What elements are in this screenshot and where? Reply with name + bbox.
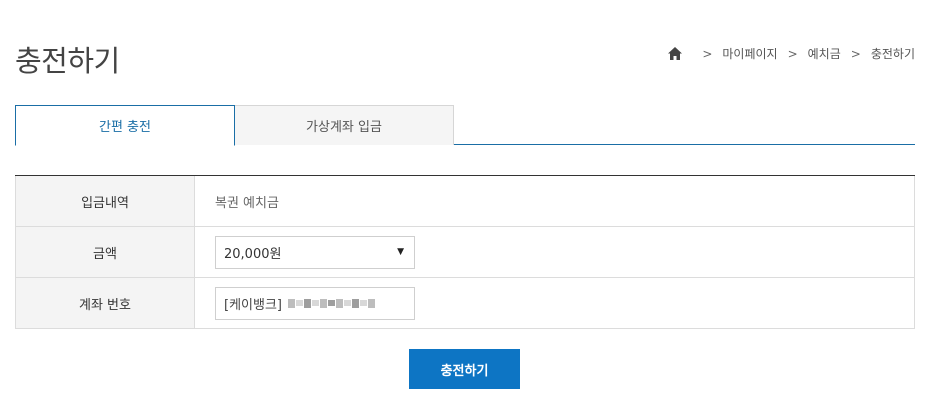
home-icon[interactable] [668,47,683,60]
account-number-field[interactable]: [케이뱅크] [215,286,415,320]
masked-account-number [287,297,375,309]
charge-tabs: 간편 충전 가상계좌 입금 [15,105,915,146]
account-label: 계좌 번호 [15,278,195,328]
breadcrumb: > 마이페이지 > 예치금 > 충전하기 [668,45,915,62]
breadcrumb-item-deposit[interactable]: 예치금 [808,45,841,62]
bank-name: [케이뱅크] [224,297,282,313]
amount-select[interactable]: 20,000원 ▼ [215,235,415,269]
form-row-amount: 금액 20,000원 ▼ [15,227,915,278]
breadcrumb-separator: > [787,46,798,61]
tab-easy-charge[interactable]: 간편 충전 [15,105,235,146]
page: 충전하기 > 마이페이지 > 예치금 > 충전하기 간편 충전 가상계좌 입금 … [0,0,930,407]
breadcrumb-separator: > [850,46,861,61]
amount-label: 금액 [15,227,195,277]
deposit-type-label: 입금내역 [15,176,195,226]
page-title: 충전하기 [15,44,120,78]
breadcrumb-item-mypage[interactable]: 마이페이지 [722,45,777,62]
breadcrumb-separator: > [702,46,713,61]
charge-submit-button[interactable]: 충전하기 [409,349,520,389]
tab-virtual-account[interactable]: 가상계좌 입금 [234,105,454,145]
caret-down-icon: ▼ [397,247,404,257]
form-row-account: 계좌 번호 [케이뱅크] [15,278,915,329]
form-row-deposit-type: 입금내역 복권 예치금 [15,176,915,227]
breadcrumb-item-charge: 충전하기 [870,47,915,61]
deposit-type-value: 복권 예치금 [195,176,915,226]
amount-selected-value: 20,000원 [224,246,282,262]
charge-form-table: 입금내역 복권 예치금 금액 20,000원 ▼ 계좌 번호 [케이뱅크] [15,175,915,329]
